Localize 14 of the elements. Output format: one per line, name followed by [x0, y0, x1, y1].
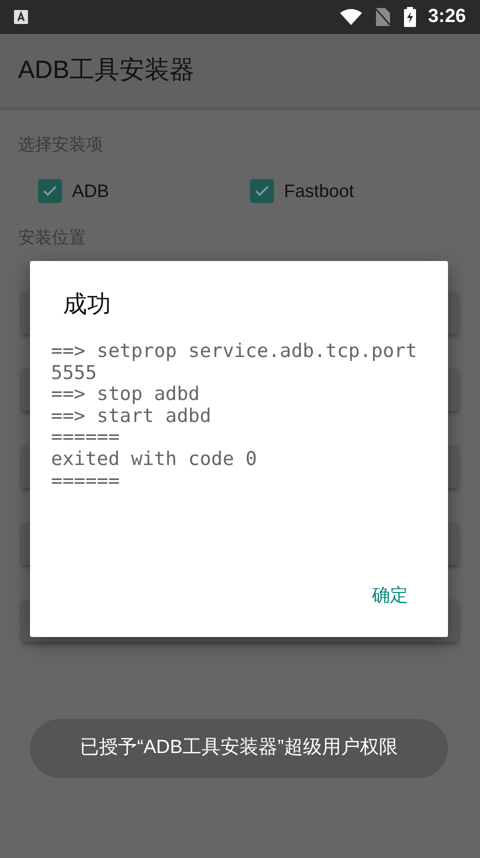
no-sim-icon	[376, 8, 390, 26]
toast: 已授予“ADB工具安装器”超级用户权限	[30, 719, 448, 778]
notification-icon	[14, 10, 28, 24]
checkbox-label: Fastboot	[284, 180, 354, 202]
wifi-icon	[340, 9, 362, 25]
command-output: ==> setprop service.adb.tcp.port 5555 ==> stop adbd ==> start adbd ====== exited with code 0 ======	[51, 341, 418, 492]
battery-charging-icon	[404, 7, 416, 27]
dialog-title: 成功	[63, 290, 112, 320]
checkbox[interactable]	[250, 179, 274, 203]
checkbox-label: ADB	[72, 180, 110, 202]
clock: 3:26	[428, 4, 466, 29]
ok-button[interactable]: 确定	[360, 574, 420, 617]
app-title: ADB工具安装器	[18, 55, 194, 86]
checkbox[interactable]	[38, 179, 62, 203]
